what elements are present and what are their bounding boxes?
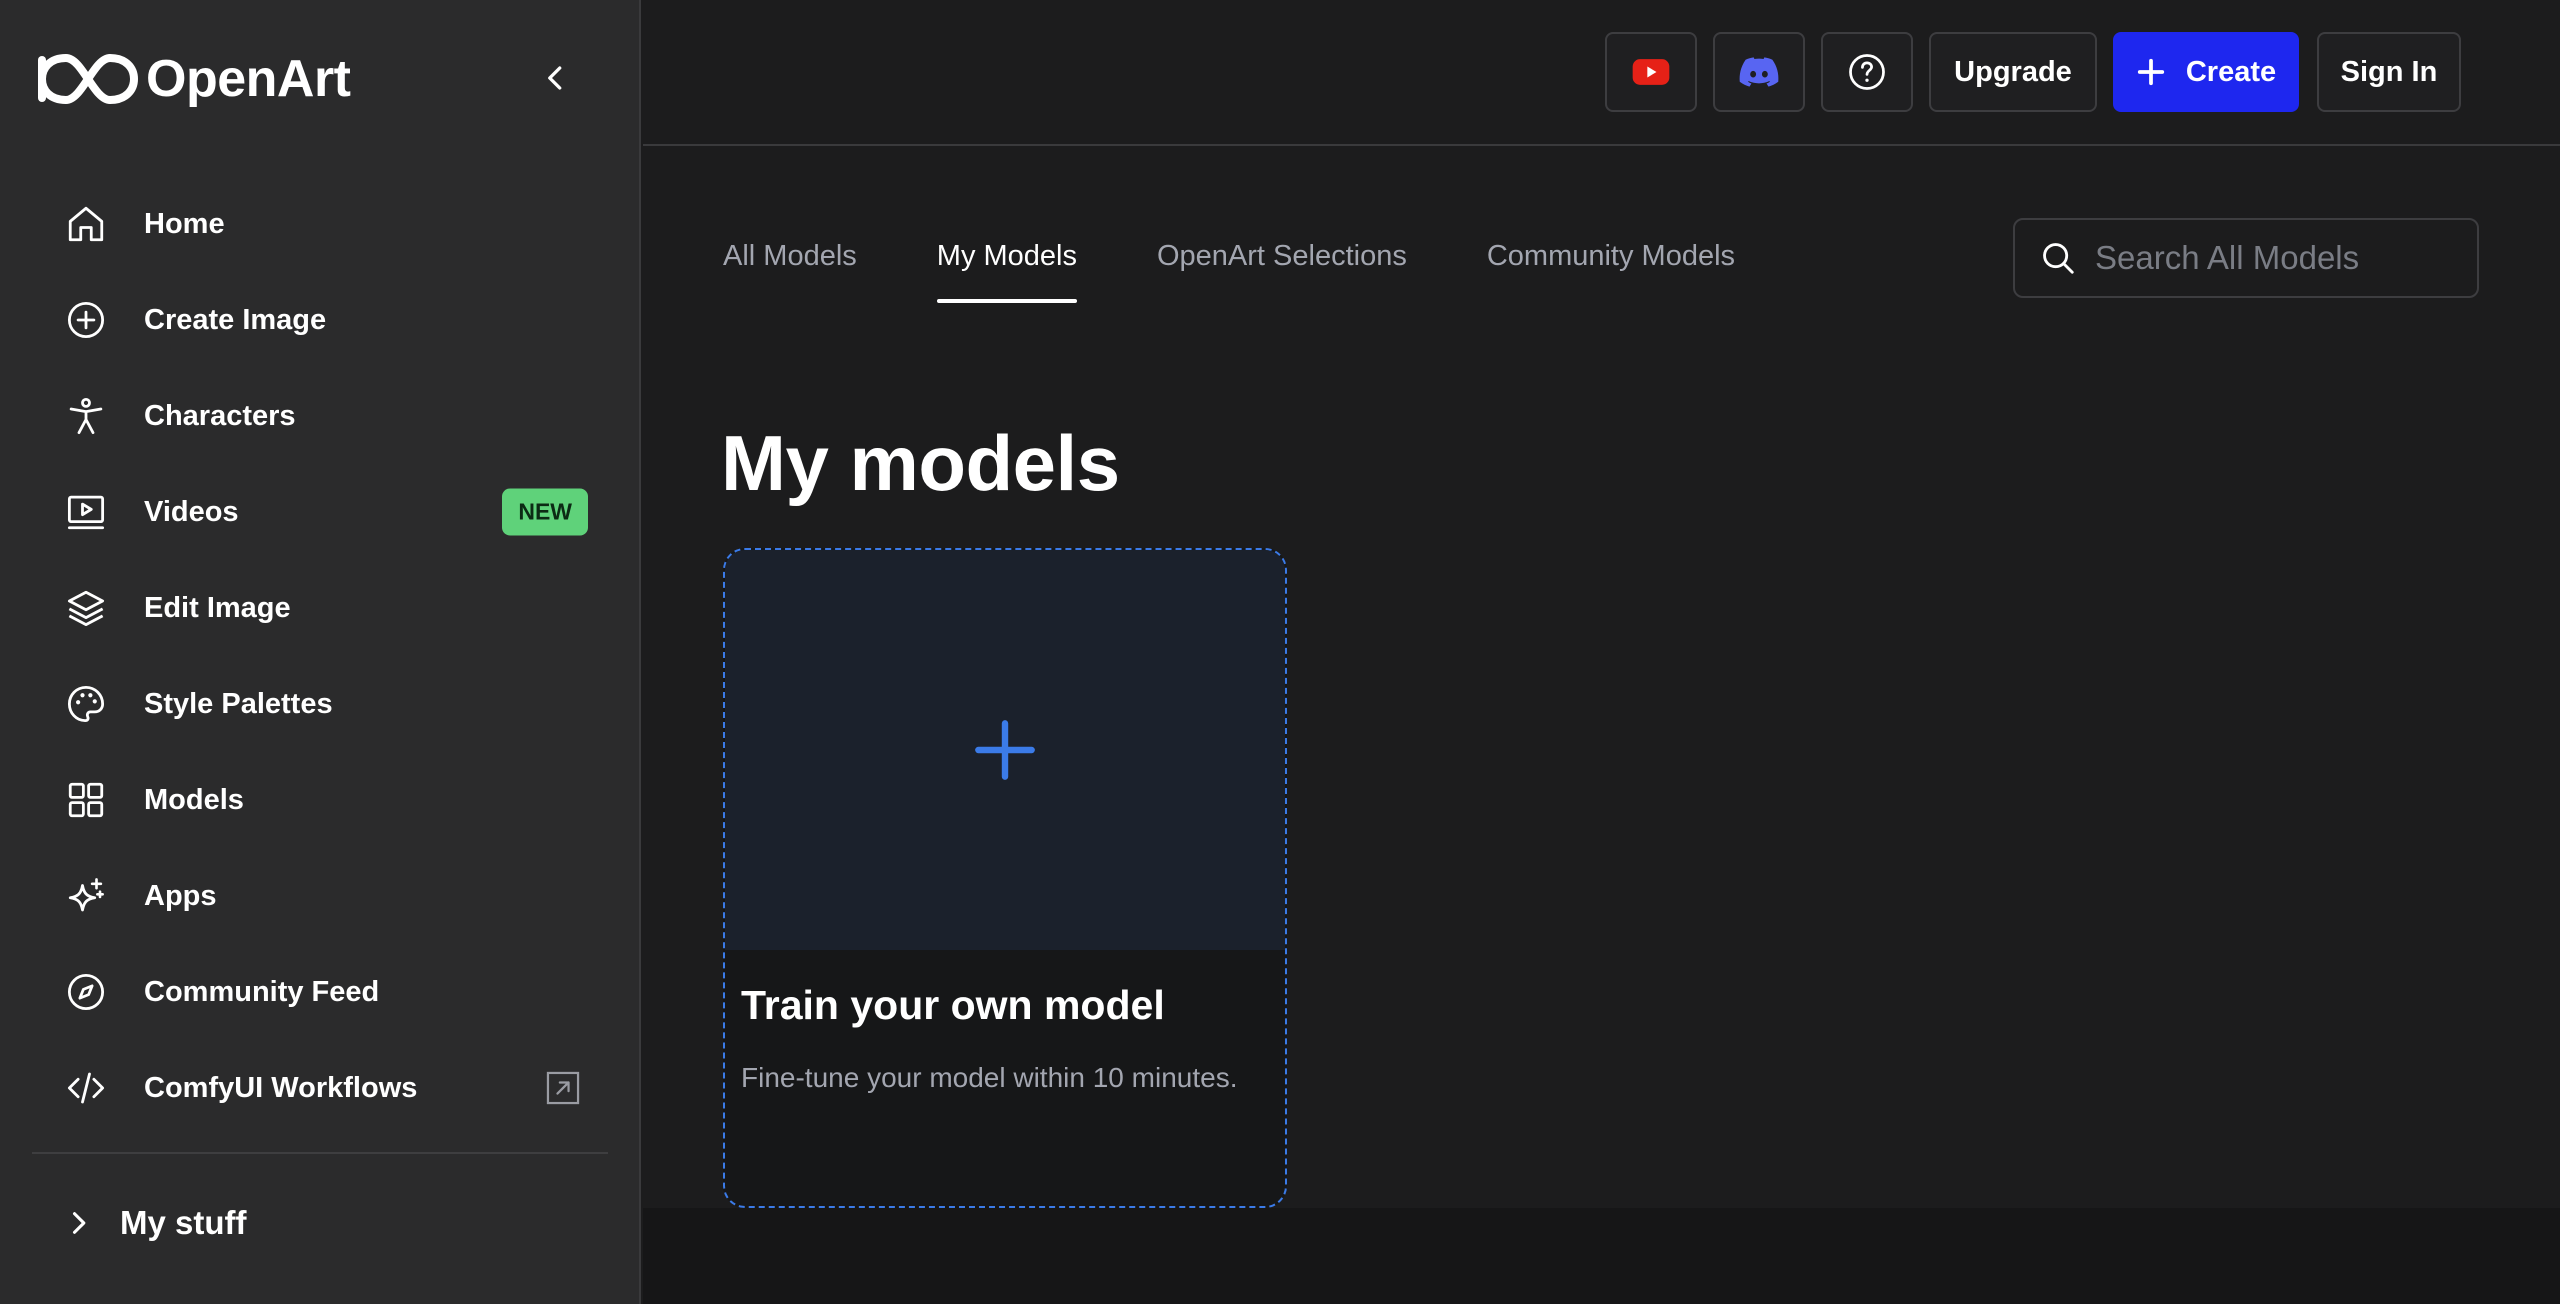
sidebar-item-label: ComfyUI Workflows bbox=[144, 1071, 418, 1104]
palette-icon bbox=[64, 682, 108, 726]
help-button[interactable] bbox=[1821, 32, 1913, 112]
sidebar-item-models[interactable]: Models bbox=[32, 752, 600, 848]
sidebar-nav: Home Create Image Characters Videos NEW bbox=[32, 176, 600, 1136]
tab-openart-selections[interactable]: OpenArt Selections bbox=[1157, 240, 1407, 303]
sidebar-item-label: Edit Image bbox=[144, 591, 291, 624]
sidebar-item-comfyui-workflows[interactable]: ComfyUI Workflows bbox=[32, 1040, 600, 1136]
youtube-button[interactable] bbox=[1605, 32, 1697, 112]
bottom-area bbox=[643, 1208, 2560, 1304]
search-icon bbox=[2043, 243, 2074, 274]
person-icon bbox=[64, 394, 108, 438]
chevron-left-icon bbox=[548, 66, 562, 90]
brand-name: OpenArt bbox=[146, 50, 351, 108]
sidebar-item-community-feed[interactable]: Community Feed bbox=[32, 944, 600, 1040]
sidebar-item-label: Videos bbox=[144, 495, 239, 528]
sidebar-item-label: Home bbox=[144, 207, 225, 240]
chevron-right-icon bbox=[72, 1212, 86, 1234]
plus-icon bbox=[2137, 58, 2164, 86]
collapse-sidebar-button[interactable] bbox=[536, 58, 576, 98]
new-badge: NEW bbox=[502, 488, 588, 536]
upgrade-button[interactable]: Upgrade bbox=[1929, 32, 2097, 112]
card-title: Train your own model bbox=[741, 982, 1165, 1028]
tab-community-models[interactable]: Community Models bbox=[1487, 240, 1735, 303]
external-link-icon bbox=[546, 1071, 580, 1105]
my-stuff-label: My stuff bbox=[120, 1204, 247, 1241]
create-button-label: Create bbox=[2185, 55, 2277, 88]
sidebar-item-create-image[interactable]: Create Image bbox=[32, 272, 600, 368]
sidebar-item-label: Apps bbox=[144, 879, 217, 912]
search-box[interactable] bbox=[2013, 218, 2479, 298]
sidebar-item-label: Community Feed bbox=[144, 975, 380, 1008]
page-title: My models bbox=[721, 419, 1120, 507]
train-model-card[interactable]: Train your own model Fine-tune your mode… bbox=[723, 548, 1287, 1208]
sidebar-item-label: Characters bbox=[144, 399, 296, 432]
model-tabs: All Models My Models OpenArt Selections … bbox=[723, 240, 1815, 303]
grid-icon bbox=[64, 778, 108, 822]
sidebar-item-videos[interactable]: Videos NEW bbox=[32, 464, 600, 560]
compass-icon bbox=[64, 970, 108, 1014]
question-circle-icon bbox=[1849, 54, 1885, 90]
code-icon bbox=[64, 1066, 108, 1110]
video-icon bbox=[64, 490, 108, 534]
layers-icon bbox=[64, 586, 108, 630]
sidebar-divider bbox=[32, 1152, 608, 1154]
search-input[interactable] bbox=[2095, 239, 2475, 277]
main-content: All Models My Models OpenArt Selections … bbox=[643, 148, 2560, 1208]
sidebar: OpenArt Home Create Image Characters Vid… bbox=[0, 0, 641, 1304]
sidebar-item-label: Style Palettes bbox=[144, 687, 333, 720]
infinity-logo-icon bbox=[38, 54, 138, 104]
sidebar-item-characters[interactable]: Characters bbox=[32, 368, 600, 464]
sidebar-item-edit-image[interactable]: Edit Image bbox=[32, 560, 600, 656]
tab-my-models[interactable]: My Models bbox=[936, 240, 1078, 303]
discord-icon bbox=[1739, 57, 1779, 87]
top-header: Upgrade Create Sign In bbox=[643, 0, 2560, 146]
sidebar-item-style-palettes[interactable]: Style Palettes bbox=[32, 656, 600, 752]
discord-button[interactable] bbox=[1713, 32, 1805, 112]
plus-icon bbox=[975, 720, 1035, 780]
tab-all-models[interactable]: All Models bbox=[723, 240, 857, 303]
sidebar-item-label: Models bbox=[144, 783, 244, 816]
openart-logo[interactable]: OpenArt bbox=[38, 48, 351, 110]
sign-in-button[interactable]: Sign In bbox=[2317, 32, 2461, 112]
my-stuff-toggle[interactable]: My stuff bbox=[64, 1204, 247, 1242]
sidebar-item-label: Create Image bbox=[144, 303, 327, 336]
sidebar-item-home[interactable]: Home bbox=[32, 176, 600, 272]
create-button[interactable]: Create bbox=[2113, 32, 2299, 112]
youtube-icon bbox=[1632, 59, 1670, 85]
card-preview bbox=[725, 550, 1285, 950]
sidebar-item-apps[interactable]: Apps bbox=[32, 848, 600, 944]
plus-circle-icon bbox=[64, 298, 108, 342]
sparkles-icon bbox=[64, 874, 108, 918]
home-icon bbox=[64, 202, 108, 246]
card-description: Fine-tune your model within 10 minutes. bbox=[741, 1062, 1238, 1093]
